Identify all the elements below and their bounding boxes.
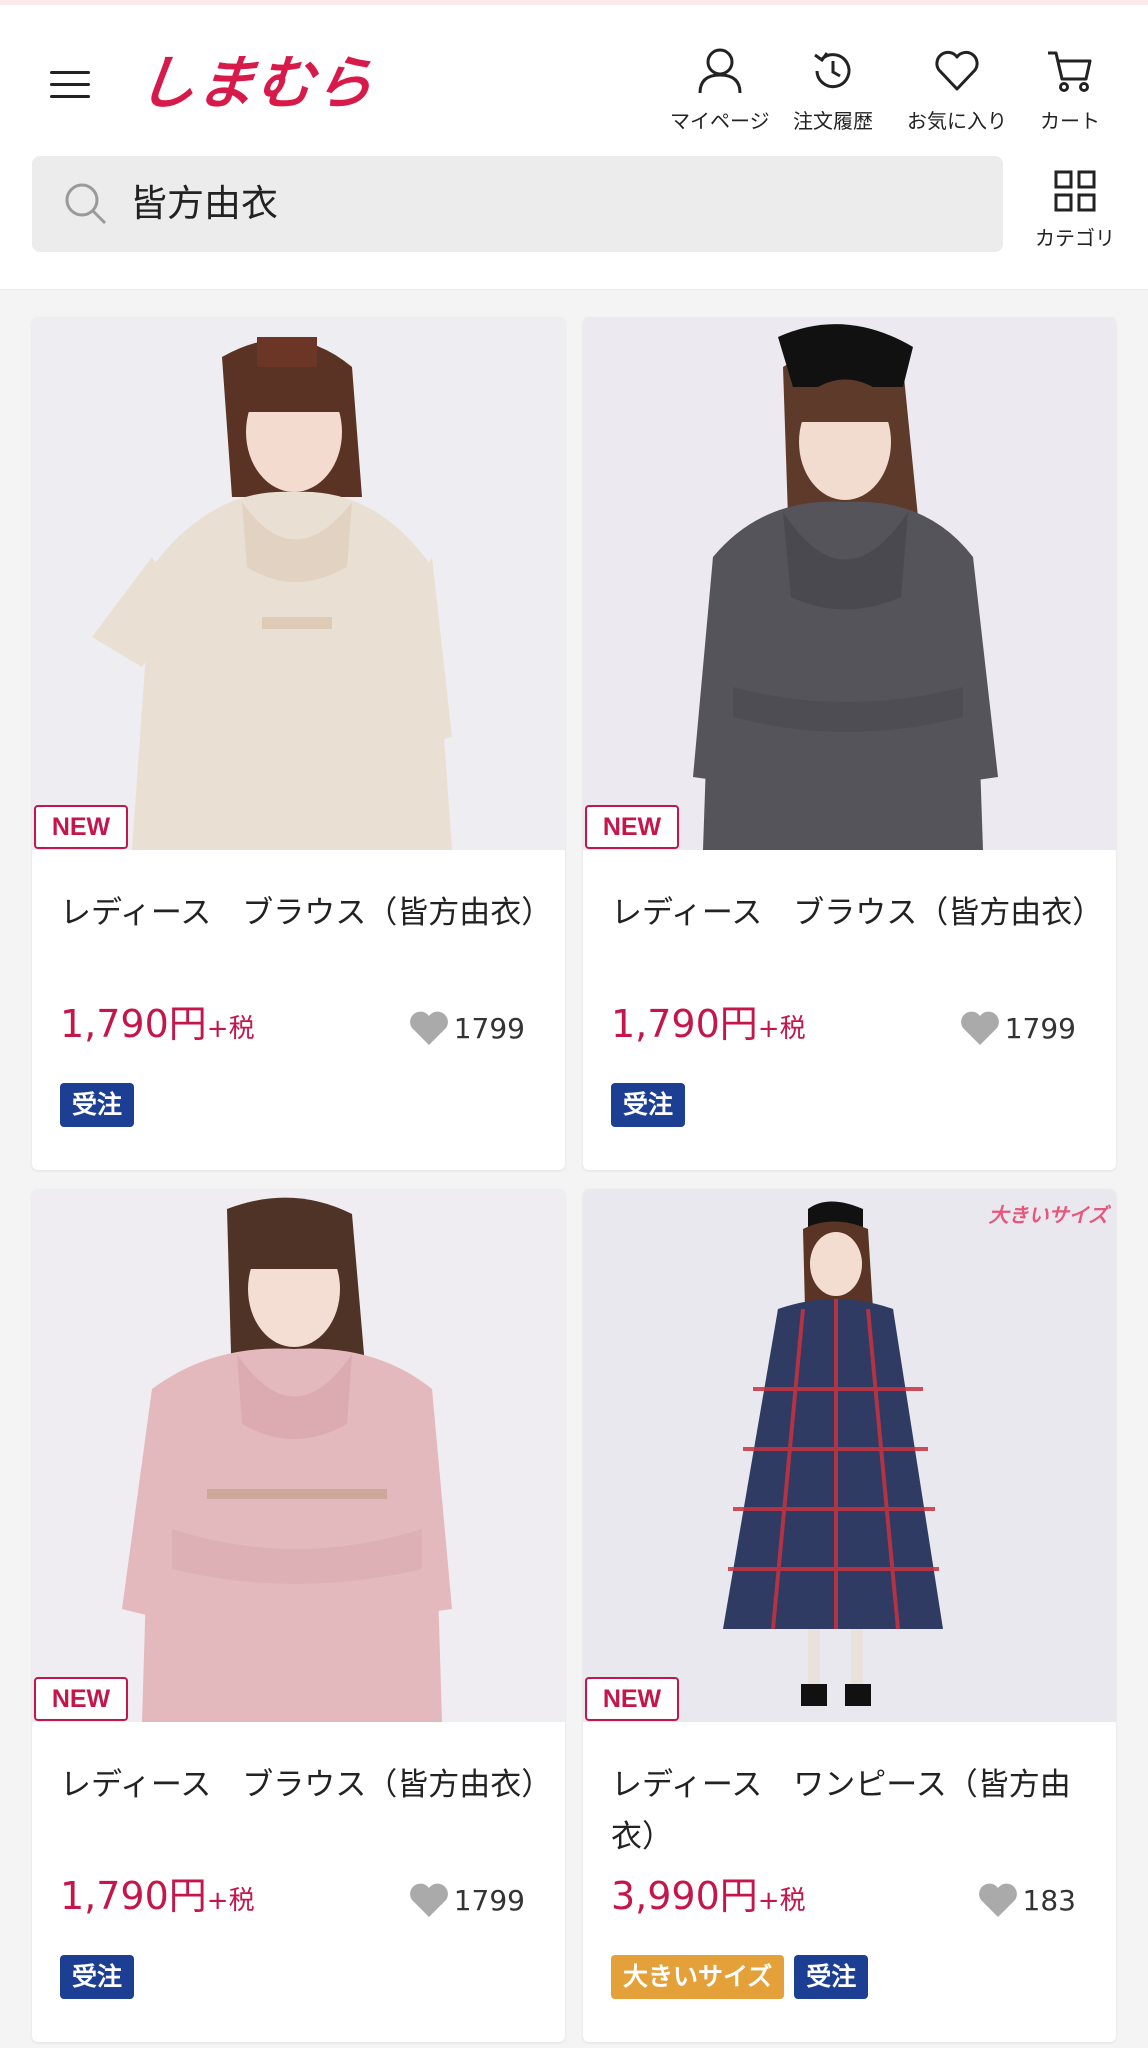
like-button[interactable]: 1799 bbox=[959, 1009, 1076, 1047]
search-icon bbox=[65, 183, 107, 225]
category-button[interactable]: カテゴリ bbox=[1020, 168, 1130, 258]
nav-mypage[interactable]: マイページ bbox=[670, 45, 770, 134]
order-tag: 受注 bbox=[794, 1955, 869, 1999]
product-price: 1,790円+税 bbox=[60, 1873, 255, 1924]
nav-favorites[interactable]: お気に入り bbox=[907, 45, 1007, 134]
new-badge: NEW bbox=[585, 805, 679, 849]
tax-label: +税 bbox=[206, 1886, 255, 1916]
history-icon bbox=[814, 52, 851, 89]
tag-list: 受注 bbox=[611, 1083, 686, 1127]
product-card[interactable]: NEW レディース ブラウス（皆方由衣） 1,790円+税 1799 受注 bbox=[583, 317, 1116, 1170]
user-icon bbox=[698, 48, 742, 94]
product-price: 3,990円+税 bbox=[611, 1873, 806, 1924]
tag-list: 受注 bbox=[60, 1083, 135, 1127]
like-button[interactable]: 1799 bbox=[408, 1009, 525, 1047]
new-badge: NEW bbox=[34, 1677, 128, 1721]
big-size-tag: 大きいサイズ bbox=[611, 1955, 785, 1999]
product-title[interactable]: レディース ブラウス（皆方由衣） bbox=[611, 887, 1103, 939]
product-card[interactable]: NEW レディース ブラウス（皆方由衣） 1,790円+税 1799 受注 bbox=[32, 1189, 565, 2042]
search-input[interactable]: 皆方由衣 bbox=[32, 156, 1003, 252]
product-image[interactable] bbox=[32, 1189, 565, 1722]
shimamura-logo[interactable]: しまむら bbox=[134, 49, 378, 119]
product-image[interactable] bbox=[32, 317, 565, 850]
nav-mypage-label: マイページ bbox=[670, 109, 770, 133]
nav-cart[interactable]: カート bbox=[1040, 45, 1100, 134]
heart-icon bbox=[935, 50, 979, 91]
heart-icon bbox=[409, 1883, 448, 1917]
order-tag: 受注 bbox=[611, 1083, 686, 1127]
price-value: 1,790円 bbox=[60, 1002, 207, 1046]
heart-icon bbox=[960, 1011, 999, 1045]
product-image[interactable] bbox=[583, 317, 1116, 850]
like-count: 183 bbox=[1022, 1883, 1076, 1917]
order-tag: 受注 bbox=[60, 1955, 135, 1999]
site-header: しまむら マイページ 注文履歴 お気に入り カート 皆方由衣 カテゴリ bbox=[0, 5, 1148, 290]
product-image[interactable]: 大きいサイズ bbox=[583, 1189, 1116, 1722]
like-count: 1799 bbox=[453, 1011, 525, 1045]
tax-label: +税 bbox=[757, 1014, 806, 1044]
price-value: 1,790円 bbox=[60, 1874, 207, 1918]
product-price: 1,790円+税 bbox=[611, 1001, 806, 1052]
product-price: 1,790円+税 bbox=[60, 1001, 255, 1052]
nav-cart-label: カート bbox=[1040, 109, 1100, 133]
order-tag: 受注 bbox=[60, 1083, 135, 1127]
price-value: 3,990円 bbox=[611, 1874, 758, 1918]
like-button[interactable]: 183 bbox=[977, 1881, 1076, 1919]
new-badge: NEW bbox=[585, 1677, 679, 1721]
category-label: カテゴリ bbox=[1035, 226, 1115, 250]
cart-icon bbox=[1048, 51, 1092, 92]
heart-icon bbox=[978, 1883, 1017, 1917]
product-title[interactable]: レディース ブラウス（皆方由衣） bbox=[60, 1759, 552, 1811]
tag-list: 大きいサイズ 受注 bbox=[611, 1955, 869, 1999]
heart-icon bbox=[409, 1011, 448, 1045]
nav-order-history[interactable]: 注文履歴 bbox=[793, 45, 873, 134]
tax-label: +税 bbox=[206, 1014, 255, 1044]
grid-icon bbox=[1054, 170, 1096, 212]
nav-favorites-label: お気に入り bbox=[907, 109, 1007, 133]
like-button[interactable]: 1799 bbox=[408, 1881, 525, 1919]
like-count: 1799 bbox=[1004, 1011, 1076, 1045]
menu-icon[interactable] bbox=[44, 63, 100, 107]
like-count: 1799 bbox=[453, 1883, 525, 1917]
tax-label: +税 bbox=[757, 1886, 806, 1916]
big-size-flag: 大きいサイズ bbox=[988, 1205, 1108, 1227]
new-badge: NEW bbox=[34, 805, 128, 849]
price-value: 1,790円 bbox=[611, 1002, 758, 1046]
product-title[interactable]: レディース ワンピース（皆方由衣） bbox=[611, 1759, 1091, 1863]
search-query: 皆方由衣 bbox=[130, 182, 278, 225]
nav-order-history-label: 注文履歴 bbox=[793, 109, 873, 133]
product-card[interactable]: NEW レディース ブラウス（皆方由衣） 1,790円+税 1799 受注 bbox=[32, 317, 565, 1170]
product-card[interactable]: 大きいサイズ NEW レディース ワンピース（皆方由衣） 3,990円+税 18… bbox=[583, 1189, 1116, 2042]
product-title[interactable]: レディース ブラウス（皆方由衣） bbox=[60, 887, 552, 939]
tag-list: 受注 bbox=[60, 1955, 135, 1999]
